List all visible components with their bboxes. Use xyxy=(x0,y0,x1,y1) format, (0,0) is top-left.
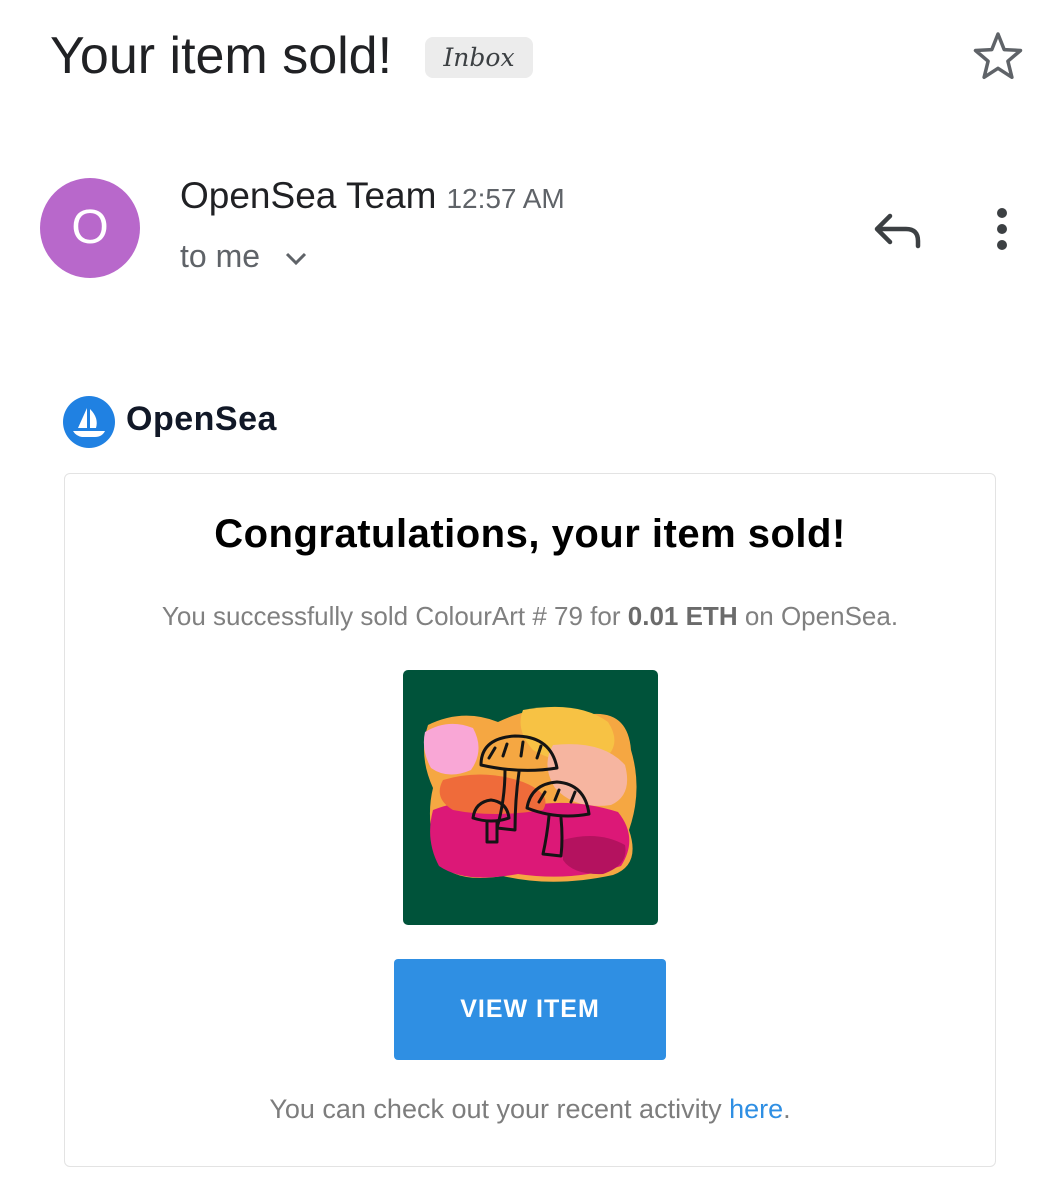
activity-here-link[interactable]: here xyxy=(729,1094,783,1124)
email-time: 12:57 AM xyxy=(446,183,565,214)
activity-end: . xyxy=(783,1094,791,1124)
email-subject: Your item sold! xyxy=(50,27,393,85)
more-options-button[interactable] xyxy=(980,200,1024,260)
sender-name[interactable]: OpenSea Team xyxy=(180,175,436,216)
reply-icon xyxy=(874,213,921,249)
star-outline-icon xyxy=(973,32,1023,80)
opensea-logo-icon xyxy=(63,396,115,448)
activity-note: You can check out your recent activity h… xyxy=(65,1094,995,1125)
headline: Congratulations, your item sold! xyxy=(214,512,846,556)
sale-suffix: on OpenSea. xyxy=(737,601,899,631)
mushroom-artwork xyxy=(403,670,658,925)
view-item-button[interactable]: VIEW ITEM xyxy=(394,959,666,1060)
sale-prefix: You successfully sold ColourArt # 79 for xyxy=(161,601,628,631)
star-button[interactable] xyxy=(966,26,1030,86)
recipient-toggle[interactable]: to me xyxy=(180,238,309,275)
reply-button[interactable] xyxy=(868,200,928,260)
recipient-text: to me xyxy=(180,238,261,274)
sale-notification-card: Congratulations, your item sold! You suc… xyxy=(64,473,996,1167)
activity-text: You can check out your recent activity xyxy=(269,1094,730,1124)
more-vert-icon xyxy=(997,208,1007,250)
sale-description: You successfully sold ColourArt # 79 for… xyxy=(65,601,995,632)
inbox-label-chip[interactable]: Inbox xyxy=(425,37,533,78)
opensea-wordmark: OpenSea xyxy=(126,400,277,438)
chevron-down-icon xyxy=(285,252,306,265)
nft-image[interactable] xyxy=(403,670,658,925)
sale-price: 0.01 ETH xyxy=(627,601,738,631)
sender-line: OpenSea Team 12:57 AM xyxy=(180,175,565,217)
sender-avatar[interactable]: O xyxy=(40,178,140,278)
